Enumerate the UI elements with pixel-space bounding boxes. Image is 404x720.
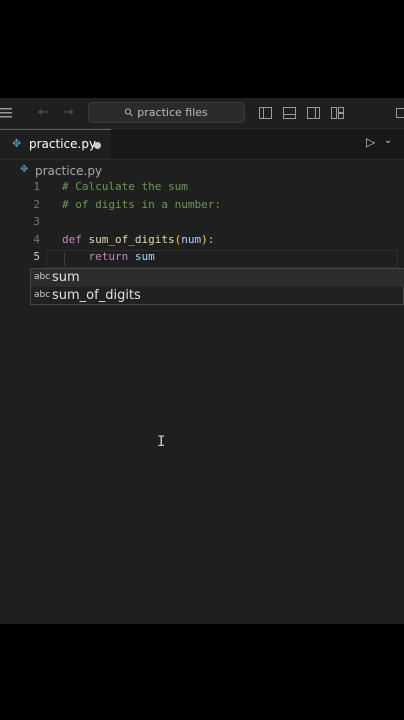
title-bar: ← → ⚲practice files — [0, 98, 404, 129]
suggestion-label: sum — [52, 270, 80, 285]
search-placeholder: practice files — [137, 106, 208, 119]
code-text: def sum_of_digits(num): — [62, 231, 214, 249]
code-text: return sum — [62, 248, 155, 266]
tab-label: practice.py — [29, 137, 97, 151]
paren: ) — [201, 233, 208, 246]
editor-window: ← → ⚲practice files ✥ practice.py ▷ ⌄ ✥ — [0, 98, 404, 624]
breadcrumb-file[interactable]: practice.py — [35, 164, 102, 178]
tab-bar: ✥ practice.py ▷ ⌄ — [0, 129, 404, 160]
line-number: 5 — [33, 250, 40, 263]
comment: # Calculate the sum — [62, 180, 188, 193]
code-line[interactable]: 2 # of digits in a number: — [0, 196, 404, 214]
suggestion-item[interactable]: abc sum — [31, 269, 404, 287]
arrow-left-icon[interactable]: ← — [38, 98, 49, 128]
line-number: 4 — [33, 233, 40, 246]
code-editor[interactable]: 1 # Calculate the sum 2 # of digits in a… — [0, 180, 404, 624]
suggest-widget: abc sum abc sum_of_digits — [30, 268, 404, 305]
line-number: 2 — [33, 198, 40, 211]
keyword: def — [62, 233, 82, 246]
code-line[interactable]: 4 def sum_of_digits(num): — [0, 231, 404, 249]
indent-guide — [64, 252, 65, 266]
unsaved-dot-icon[interactable] — [94, 142, 101, 149]
line-number: 3 — [33, 215, 40, 228]
suggestion-item[interactable]: abc sum_of_digits — [31, 287, 404, 305]
chevron-down-icon[interactable]: ⌄ — [384, 135, 392, 146]
colon: : — [207, 233, 215, 246]
line-number: 1 — [33, 180, 40, 193]
arrow-right-icon[interactable]: → — [63, 98, 74, 128]
python-file-icon: ✥ — [12, 137, 22, 150]
code-line[interactable]: 3 — [0, 213, 404, 231]
code-line-current[interactable]: 5 return sum — [0, 248, 404, 266]
python-file-icon: ✥ — [20, 164, 29, 175]
text-symbol-icon: abc — [34, 272, 51, 282]
text-symbol-icon: abc — [34, 290, 51, 300]
identifier: sum — [128, 250, 155, 263]
command-center-search[interactable]: ⚲practice files — [88, 102, 245, 123]
tab-practice-py[interactable]: ✥ practice.py — [0, 129, 111, 159]
code-line[interactable]: 1 # Calculate the sum — [0, 178, 404, 196]
keyword: return — [88, 250, 129, 263]
suggestion-label: sum_of_digits — [52, 288, 141, 303]
run-python-file-icon[interactable]: ▷ — [366, 135, 375, 149]
function-name: sum_of_digits — [88, 233, 175, 246]
comment: # of digits in a number: — [62, 198, 221, 211]
parameter: num — [181, 233, 202, 246]
search-icon: ⚲ — [121, 105, 137, 120]
text-cursor-icon: I — [157, 434, 166, 450]
